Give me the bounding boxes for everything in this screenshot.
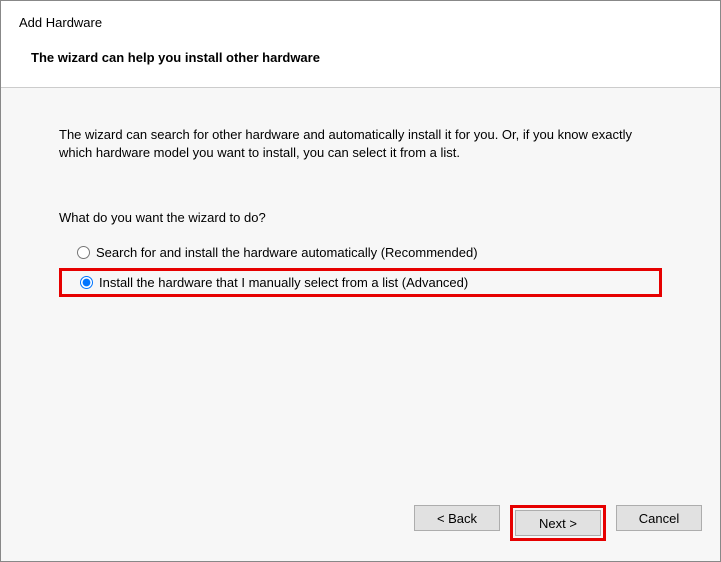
back-button-wrapper: < Back (414, 505, 500, 541)
wizard-description: The wizard can search for other hardware… (59, 126, 662, 162)
radio-manual-select[interactable] (80, 276, 93, 289)
cancel-button-wrapper: Cancel (616, 505, 702, 541)
window-title: Add Hardware (19, 15, 702, 30)
option-manual-select[interactable]: Install the hardware that I manually sel… (59, 268, 662, 297)
option-auto-search[interactable]: Search for and install the hardware auto… (59, 241, 662, 264)
wizard-body: The wizard can search for other hardware… (1, 88, 720, 491)
wizard-subtitle: The wizard can help you install other ha… (19, 50, 702, 65)
next-button-wrapper: Next > (510, 505, 606, 541)
next-button[interactable]: Next > (515, 510, 601, 536)
option-label-manual[interactable]: Install the hardware that I manually sel… (99, 275, 468, 290)
wizard-header: Add Hardware The wizard can help you ins… (1, 1, 720, 88)
option-label-auto[interactable]: Search for and install the hardware auto… (96, 245, 478, 260)
radio-auto-search[interactable] (77, 246, 90, 259)
wizard-question: What do you want the wizard to do? (59, 210, 662, 225)
cancel-button[interactable]: Cancel (616, 505, 702, 531)
back-button[interactable]: < Back (414, 505, 500, 531)
add-hardware-wizard: Add Hardware The wizard can help you ins… (0, 0, 721, 562)
wizard-footer: < Back Next > Cancel (1, 491, 720, 561)
